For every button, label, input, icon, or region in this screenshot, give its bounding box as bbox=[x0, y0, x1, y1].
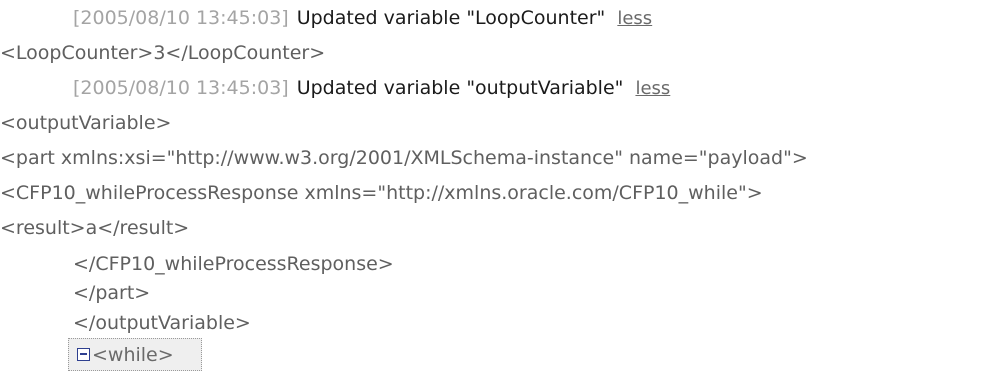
while-tree-node[interactable]: <while> bbox=[68, 338, 202, 371]
xml-line: <CFP10_whileProcessResponse xmlns="http:… bbox=[0, 182, 763, 204]
xml-line: <part xmlns:xsi="http://www.w3.org/2001/… bbox=[0, 147, 808, 169]
collapse-minus-icon[interactable] bbox=[77, 348, 90, 361]
log-message: Updated variable "outputVariable" bbox=[296, 77, 624, 99]
xml-line: </CFP10_whileProcessResponse> bbox=[73, 253, 394, 275]
xml-line: </part> bbox=[73, 282, 151, 304]
timestamp: [2005/08/10 13:45:03] bbox=[73, 7, 289, 29]
log-message: Updated variable "LoopCounter" bbox=[296, 7, 606, 29]
log-entry: [2005/08/10 13:45:03] Updated variable "o… bbox=[73, 72, 670, 104]
xml-line: <result>a</result> bbox=[0, 217, 190, 239]
log-entry: [2005/08/10 13:45:03] Updated variable "L… bbox=[73, 2, 652, 34]
tree-node-label: <while> bbox=[92, 343, 174, 366]
less-link[interactable]: less bbox=[617, 8, 652, 29]
xml-line: <LoopCounter>3</LoopCounter> bbox=[0, 42, 326, 64]
timestamp: [2005/08/10 13:45:03] bbox=[73, 77, 289, 99]
xml-line: </outputVariable> bbox=[73, 312, 251, 334]
less-link[interactable]: less bbox=[635, 78, 670, 99]
xml-line: <outputVariable> bbox=[0, 112, 172, 134]
